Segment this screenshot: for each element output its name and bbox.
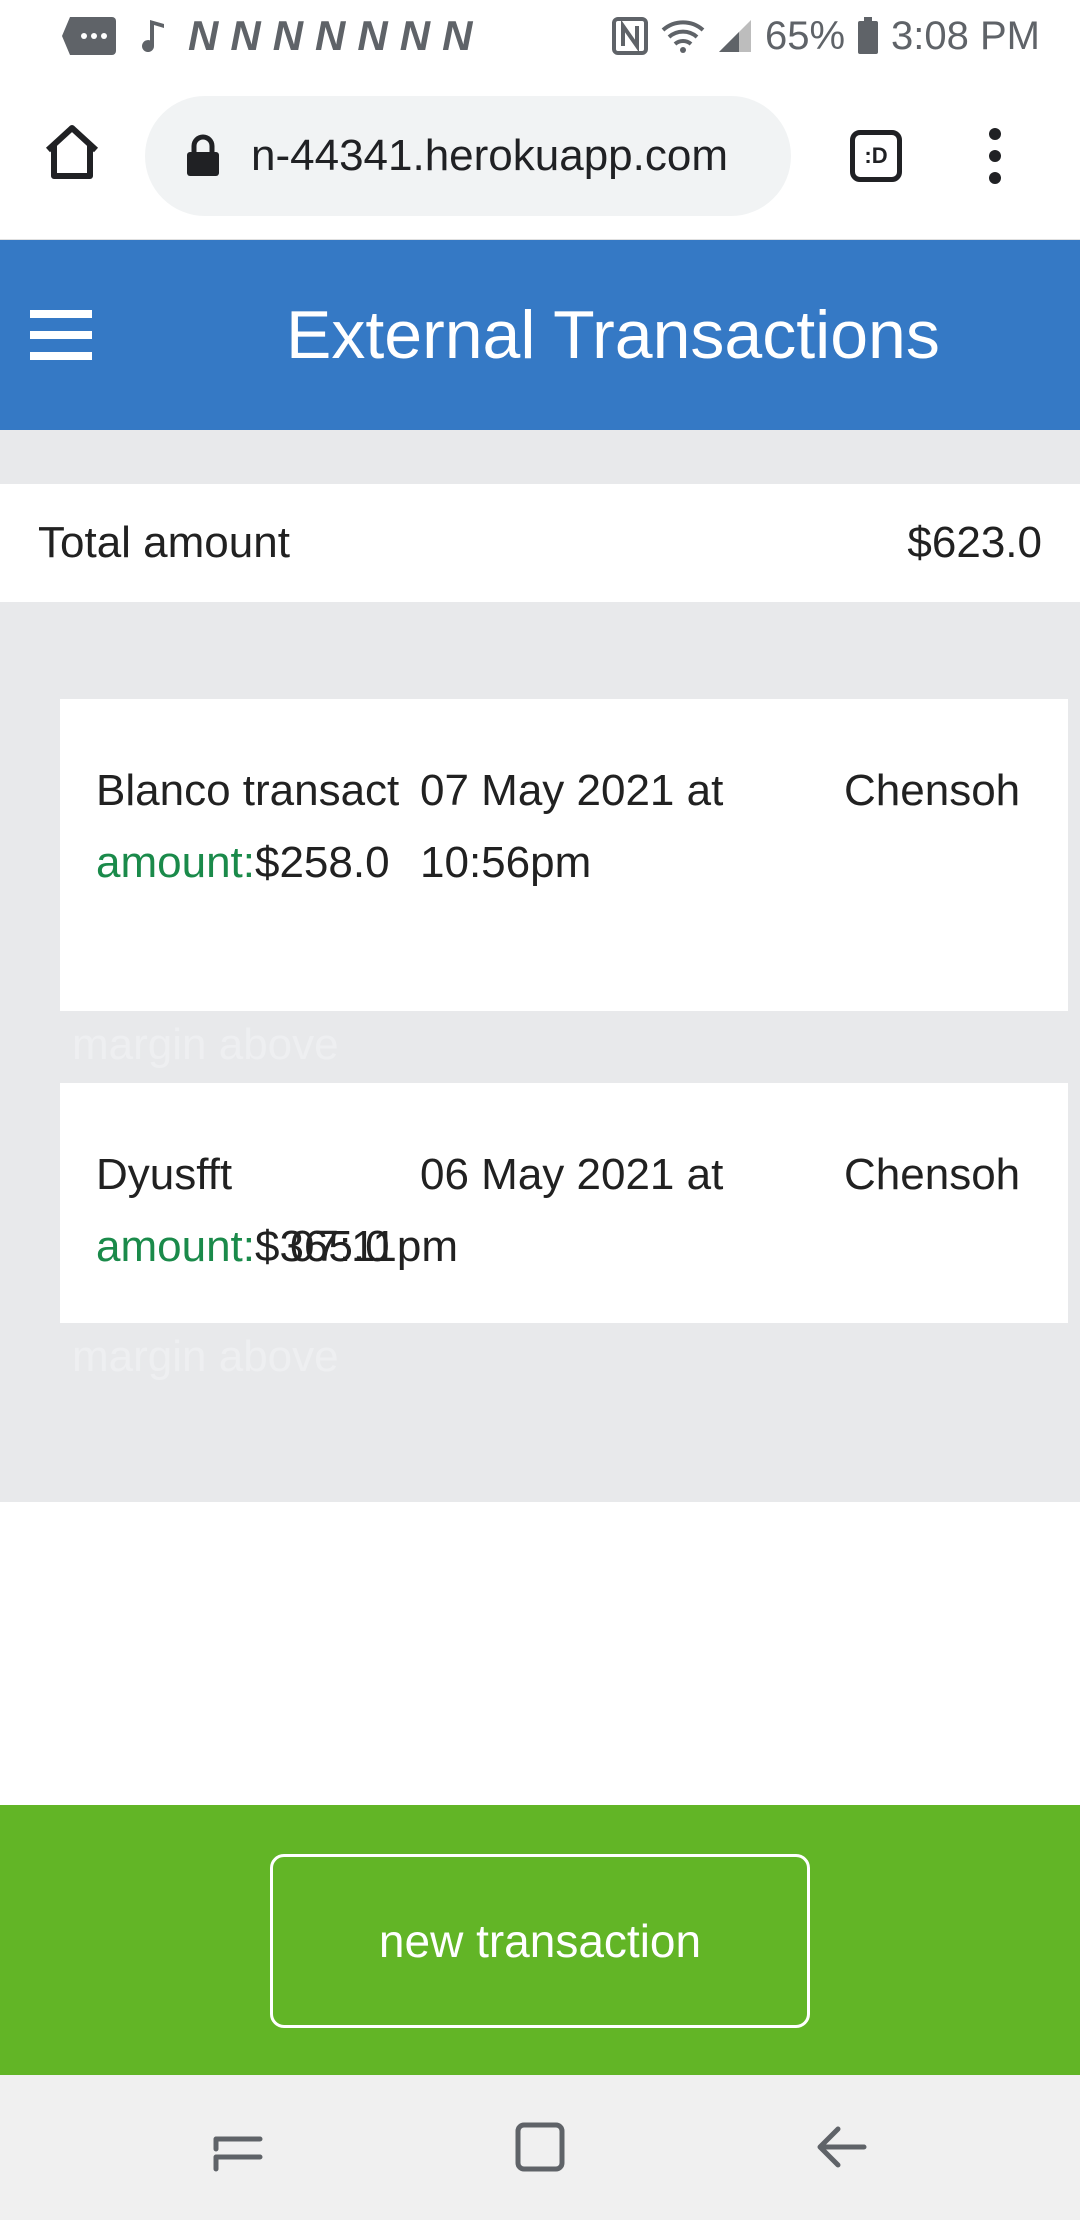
url-text: n-44341.herokuapp.com <box>251 131 728 180</box>
transaction-date-overflow: 07:11pm <box>96 1211 644 1283</box>
transaction-amount-line: amount:$258.0 <box>96 827 426 899</box>
netflix-icon: NNNNNNN <box>188 12 472 59</box>
transaction-user: Chensoh <box>844 1150 1021 1199</box>
app-header: External Transactions <box>0 240 1080 430</box>
address-bar[interactable]: n-44341.herokuapp.com <box>145 96 791 216</box>
wifi-icon <box>661 18 705 54</box>
transaction-date-line1: 06 May 2021 at <box>420 1150 724 1199</box>
transaction-card[interactable]: Dyusfft amount:$365.0 06 May 2021 at . 0… <box>60 1083 1068 1323</box>
status-bar: NNNNNNN 65% 3:08 PM <box>0 0 1080 72</box>
battery-percent: 65% <box>764 13 846 58</box>
footer-bar: new transaction <box>0 1805 1080 2075</box>
tab-switcher-label: :D <box>864 143 888 168</box>
total-amount-label: Total amount <box>38 518 290 567</box>
battery-icon <box>857 17 879 55</box>
message-icon <box>60 15 118 57</box>
nfc-icon <box>611 16 649 56</box>
more-vert-icon <box>989 128 1001 184</box>
screen: NNNNNNN 65% 3:08 PM n-44341.herokuapp.co… <box>0 0 1080 2220</box>
status-right: 65% 3:08 PM <box>611 14 1040 59</box>
home-button[interactable] <box>40 120 104 184</box>
ghost-label: margin above <box>72 1332 339 1381</box>
transaction-name-block: Blanco transact amount:$258.0 <box>96 755 426 899</box>
transaction-card[interactable]: Blanco transact amount:$258.0 07 May 202… <box>60 699 1068 1011</box>
page-title: External Transactions <box>286 297 940 373</box>
transaction-date-line2: 07:11pm <box>290 1222 458 1271</box>
lock-icon <box>187 134 219 176</box>
amount-value: $258.0 <box>254 838 390 887</box>
transaction-date: 07 May 2021 at 10:56pm <box>420 766 724 887</box>
clock: 3:08 PM <box>891 13 1040 58</box>
recent-apps-icon <box>213 2136 263 2172</box>
square-home-icon <box>515 2122 565 2172</box>
system-nav-bar <box>0 2075 1080 2220</box>
transaction-name: Blanco transact <box>96 766 400 815</box>
home-icon <box>45 125 99 179</box>
hamburger-icon <box>30 310 92 360</box>
status-left: NNNNNNN <box>60 12 472 60</box>
amount-label: amount: <box>96 838 255 887</box>
back-button[interactable] <box>812 2117 872 2177</box>
browser-toolbar: n-44341.herokuapp.com :D <box>0 72 1080 240</box>
tab-switcher-button[interactable]: :D <box>850 130 902 182</box>
ghost-label: margin above <box>72 1020 339 1069</box>
total-amount-row: Total amount $623.0 <box>0 484 1080 602</box>
total-amount-value: $623.0 <box>907 518 1042 567</box>
back-arrow-icon <box>817 2126 867 2168</box>
transactions-area: Total amount $623.0 Blanco transact amou… <box>0 430 1080 1502</box>
signal-icon <box>717 18 753 54</box>
recent-apps-button[interactable] <box>208 2117 268 2177</box>
home-nav-button[interactable] <box>510 2117 570 2177</box>
transaction-name: Dyusfft <box>96 1150 233 1199</box>
music-note-icon <box>136 16 170 56</box>
browser-menu-button[interactable] <box>980 122 1010 190</box>
new-transaction-button[interactable]: new transaction <box>270 1854 810 2028</box>
transaction-user: Chensoh <box>844 766 1021 815</box>
hamburger-menu-button[interactable] <box>30 310 92 360</box>
